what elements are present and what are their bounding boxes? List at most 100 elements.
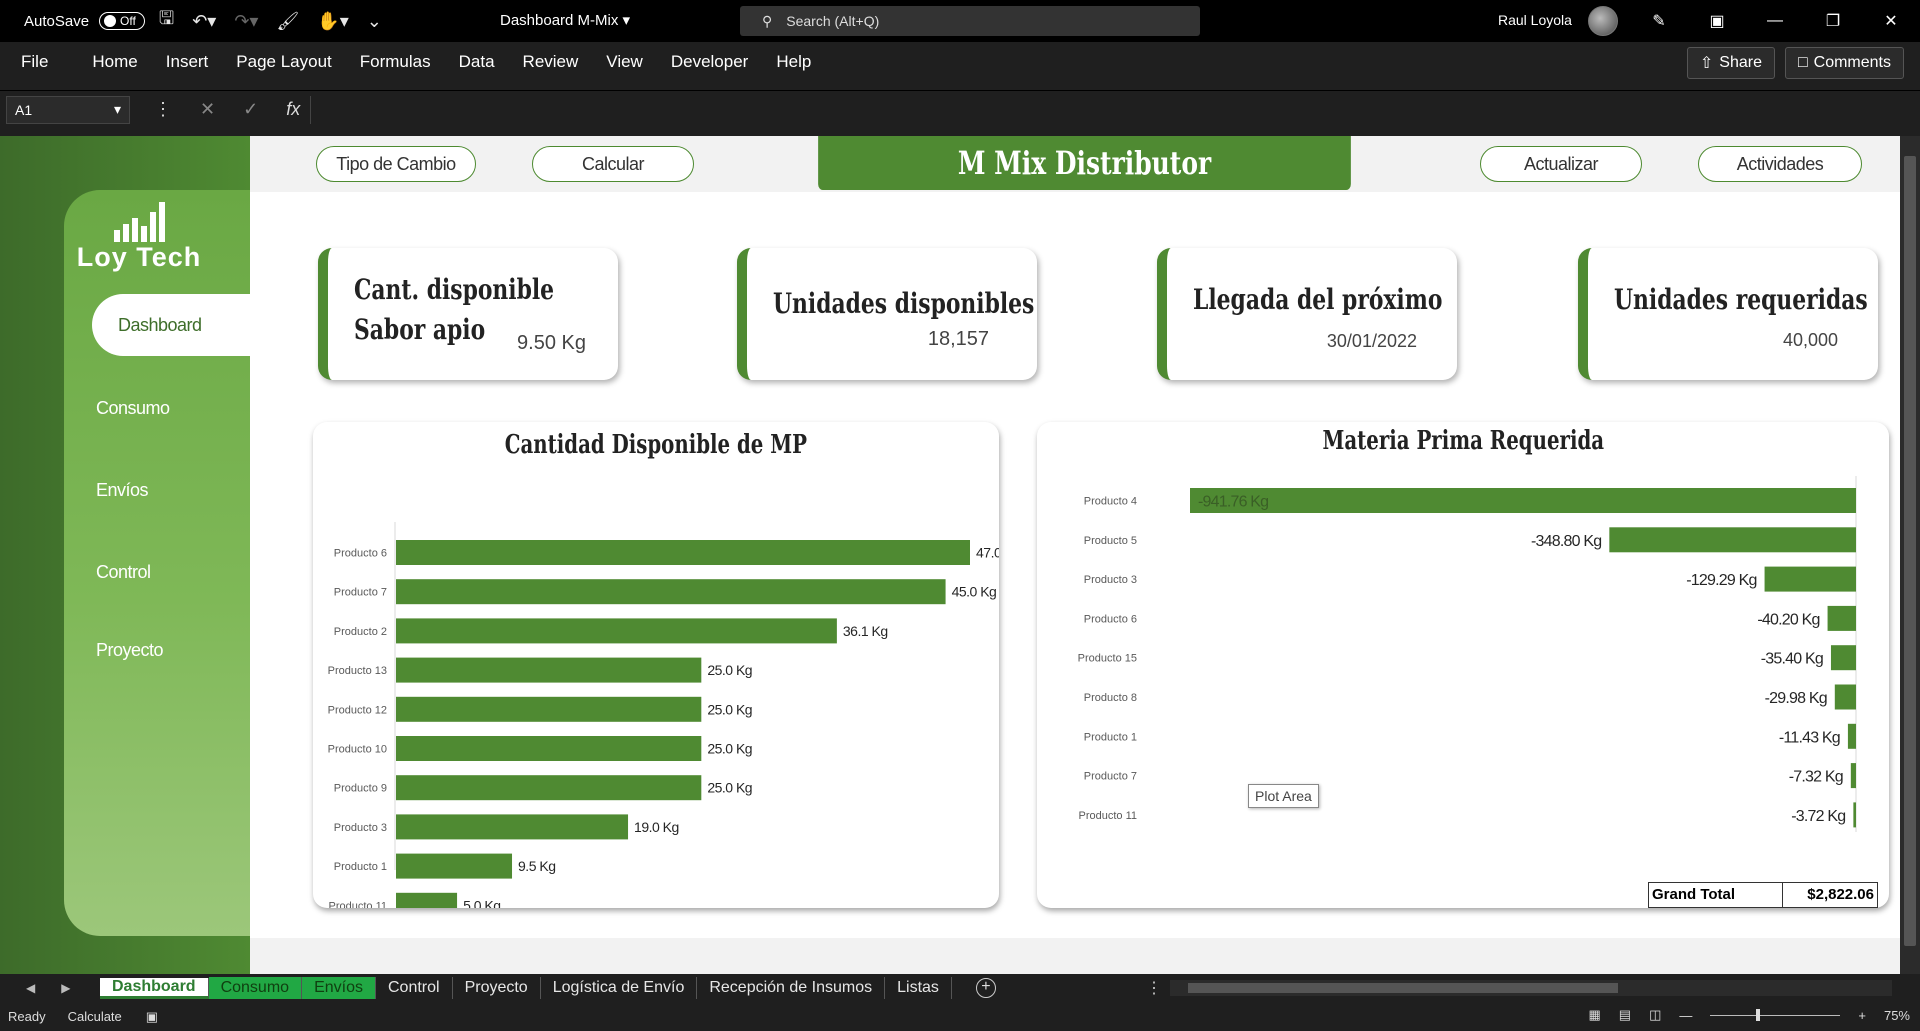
category-label: Producto 1 xyxy=(1084,731,1137,743)
dashboard-banner: M Mix Distributor xyxy=(818,136,1351,190)
data-label: 19.0 Kg xyxy=(634,819,679,835)
search-icon: ⚲ xyxy=(762,12,773,29)
category-label: Producto 2 xyxy=(334,626,387,638)
search-box[interactable]: ⚲ Search (Alt+Q) xyxy=(740,6,1200,36)
kpi-title: Llegada del próximo xyxy=(1193,283,1443,316)
calcular-button[interactable]: Calcular xyxy=(532,146,694,182)
document-title-text: Dashboard M-Mix xyxy=(500,12,619,29)
menu-data[interactable]: Data xyxy=(445,52,509,72)
tipo-de-cambio-button[interactable]: Tipo de Cambio xyxy=(316,146,476,182)
cell-reference: A1 xyxy=(15,101,33,118)
page-break-view-icon[interactable]: ◫ xyxy=(1649,1007,1661,1023)
autosave-toggle[interactable]: Off xyxy=(99,12,145,30)
sidebar-item-control[interactable]: Control xyxy=(96,562,151,583)
window-controls: ✎ ▣ — ❐ ✕ xyxy=(1630,0,1920,42)
tab-prev-icon[interactable]: ◀ xyxy=(26,981,35,995)
chevron-down-icon: ▾ xyxy=(113,101,121,117)
enter-icon[interactable]: ✓ xyxy=(243,99,258,120)
data-label: -29.98 Kg xyxy=(1765,690,1827,707)
add-sheet-icon[interactable]: + xyxy=(975,978,996,998)
kpi-title-line1: Cant. disponible xyxy=(354,273,555,306)
tab-consumo[interactable]: Consumo xyxy=(208,977,303,999)
bar xyxy=(396,579,946,605)
menu-formulas[interactable]: Formulas xyxy=(346,52,445,72)
kpi-title-line2: Sabor apio xyxy=(354,313,486,346)
normal-view-icon[interactable]: ▦ xyxy=(1588,1007,1600,1023)
document-title[interactable]: Dashboard M-Mix ▾ xyxy=(500,11,630,29)
autosave-state: Off xyxy=(120,14,136,28)
tab-logistica[interactable]: Logística de Envío xyxy=(541,977,698,999)
worksheet[interactable]: Loy Tech Dashboard Consumo Envíos Contro… xyxy=(0,136,1900,974)
more-options-icon[interactable]: ⋮ xyxy=(154,99,172,120)
customize-toolbar-icon[interactable]: ⌄ xyxy=(363,11,386,32)
undo-icon[interactable]: ↶▾ xyxy=(188,11,220,32)
actualizar-button[interactable]: Actualizar xyxy=(1480,146,1642,182)
horizontal-scrollbar[interactable] xyxy=(1170,980,1892,996)
bar xyxy=(396,657,702,683)
touch-mode-icon[interactable]: ✋▾ xyxy=(313,11,352,32)
tab-envios[interactable]: Envíos xyxy=(302,977,376,999)
menu-insert[interactable]: Insert xyxy=(152,52,223,72)
data-label: -7.32 Kg xyxy=(1789,769,1843,786)
bar xyxy=(396,775,702,801)
menu-file[interactable]: File xyxy=(0,52,78,72)
chart-cantidad-disponible[interactable]: Cantidad Disponible de MP Producto 6 47.0… xyxy=(313,422,999,908)
formula-input[interactable] xyxy=(310,96,1902,124)
accessibility-icon[interactable]: ▣ xyxy=(122,1009,158,1025)
vertical-scrollbar[interactable] xyxy=(1900,136,1920,974)
scrollbar-thumb[interactable] xyxy=(1904,156,1916,946)
format-painter-icon[interactable]: 🖌 xyxy=(272,11,303,32)
tab-recepcion[interactable]: Recepción de Insumos xyxy=(697,977,886,999)
menu-home[interactable]: Home xyxy=(78,52,151,72)
name-box[interactable]: A1 ▾ xyxy=(6,95,130,124)
menu-help[interactable]: Help xyxy=(762,52,825,72)
data-label: -348.80 Kg xyxy=(1531,533,1601,550)
restore-icon[interactable]: ❐ xyxy=(1804,11,1862,31)
sheet-tabs: ◀ ▶ Dashboard Consumo Envíos Control Proy… xyxy=(0,974,1920,1002)
pen-icon[interactable]: ✎ xyxy=(1630,11,1688,31)
tab-control[interactable]: Control xyxy=(376,977,453,999)
kpi-value: 40,000 xyxy=(1782,330,1838,350)
user-avatar[interactable] xyxy=(1588,6,1618,36)
sidebar-item-proyecto[interactable]: Proyecto xyxy=(96,640,164,661)
more-tabs-icon[interactable]: ⋮ xyxy=(1146,978,1162,998)
cancel-icon[interactable]: ✕ xyxy=(200,99,215,120)
ribbon-display-icon[interactable]: ▣ xyxy=(1688,11,1746,31)
menu-developer[interactable]: Developer xyxy=(657,52,763,72)
redo-icon[interactable]: ↷▾ xyxy=(230,11,262,32)
chart-materia-prima[interactable]: Materia Prima Requerida Producto 4 -941.7… xyxy=(1037,422,1889,908)
grand-total-cell[interactable]: Grand Total $2,822.06 xyxy=(1648,882,1878,908)
zoom-out-icon[interactable]: — xyxy=(1679,1008,1692,1023)
status-calculate[interactable]: Calculate xyxy=(46,1009,122,1024)
page-layout-view-icon[interactable]: ▤ xyxy=(1619,1007,1631,1023)
tab-dashboard[interactable]: Dashboard xyxy=(100,977,209,999)
tab-proyecto[interactable]: Proyecto xyxy=(453,977,541,999)
minimize-icon[interactable]: — xyxy=(1746,12,1804,30)
menu-view[interactable]: View xyxy=(592,52,657,72)
comments-button[interactable]: □ Comments xyxy=(1784,47,1904,79)
menu-review[interactable]: Review xyxy=(509,52,593,72)
tab-listas[interactable]: Listas xyxy=(885,977,952,999)
data-label: 25.0 Kg xyxy=(707,701,752,717)
bar xyxy=(1850,763,1856,789)
zoom-slider-handle[interactable] xyxy=(1756,1008,1761,1021)
bar xyxy=(1190,488,1856,513)
sidebar-item-envios[interactable]: Envíos xyxy=(96,480,149,501)
zoom-slider[interactable] xyxy=(1710,1008,1841,1021)
zoom-level[interactable]: 75% xyxy=(1884,1008,1910,1023)
sidebar-item-dashboard[interactable]: Dashboard xyxy=(92,294,250,356)
share-button[interactable]: ⇧ Share xyxy=(1686,47,1775,79)
bar xyxy=(1853,802,1856,828)
zoom-in-icon[interactable]: + xyxy=(1858,1008,1866,1023)
hscroll-thumb[interactable] xyxy=(1188,983,1618,993)
sidebar-item-consumo[interactable]: Consumo xyxy=(96,398,170,419)
user-name[interactable]: Raul Loyola xyxy=(1498,12,1572,28)
save-icon[interactable]: 🖫 xyxy=(155,6,178,36)
menu-page-layout[interactable]: Page Layout xyxy=(222,52,345,72)
toggle-knob xyxy=(104,15,117,27)
close-icon[interactable]: ✕ xyxy=(1862,11,1920,31)
tab-next-icon[interactable]: ▶ xyxy=(61,981,70,995)
insert-function-icon[interactable]: fx xyxy=(286,99,300,120)
data-label: 25.0 Kg xyxy=(707,741,752,757)
actividades-button[interactable]: Actividades xyxy=(1698,146,1862,182)
